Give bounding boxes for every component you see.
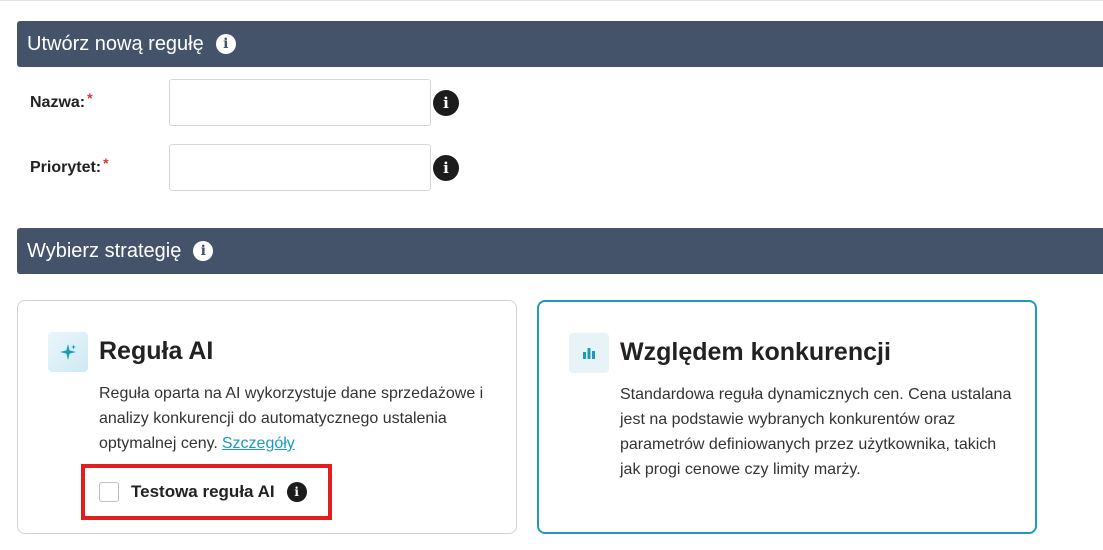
strategy-description-ai: Reguła oparta na AI wykorzystuje dane sp… <box>99 385 484 452</box>
name-label: Nazwa: * <box>30 89 93 111</box>
name-input[interactable] <box>169 79 431 126</box>
strategy-title-ai: Reguła AI <box>99 337 214 365</box>
strategy-card-competition[interactable]: Względem konkurencji Standardowa reguła … <box>537 300 1037 534</box>
priority-label: Priorytet: * <box>30 154 109 176</box>
section-title-create-rule: Utwórz nową regułę <box>27 32 204 55</box>
test-ai-rule-label[interactable]: Testowa reguła AI <box>131 482 275 502</box>
info-icon[interactable]: i <box>215 34 236 54</box>
sparkle-icon <box>48 332 88 372</box>
details-link[interactable]: Szczegóły <box>222 435 295 452</box>
bar-chart-icon <box>569 333 609 373</box>
info-icon[interactable]: i <box>433 154 459 181</box>
section-header-choose-strategy: Wybierz strategię i <box>17 228 1103 274</box>
info-icon[interactable]: i <box>286 482 307 502</box>
section-title-choose-strategy: Wybierz strategię <box>27 239 182 262</box>
test-ai-rule-row: Testowa reguła AI i <box>99 482 307 502</box>
info-icon[interactable]: i <box>433 89 459 116</box>
section-header-create-rule: Utwórz nową regułę i <box>17 21 1103 67</box>
strategy-title-competition: Względem konkurencji <box>620 338 891 366</box>
strategy-description-competition: Standardowa reguła dynamicznych cen. Cen… <box>620 386 1012 478</box>
form-row-priority: Priorytet: * i <box>30 144 459 191</box>
top-divider <box>0 0 1103 1</box>
info-icon[interactable]: i <box>193 241 214 261</box>
required-mark: * <box>87 89 93 106</box>
form-row-name: Nazwa: * i <box>30 79 459 126</box>
priority-input[interactable] <box>169 144 431 191</box>
test-ai-rule-checkbox[interactable] <box>99 482 119 502</box>
required-mark: * <box>103 154 109 171</box>
